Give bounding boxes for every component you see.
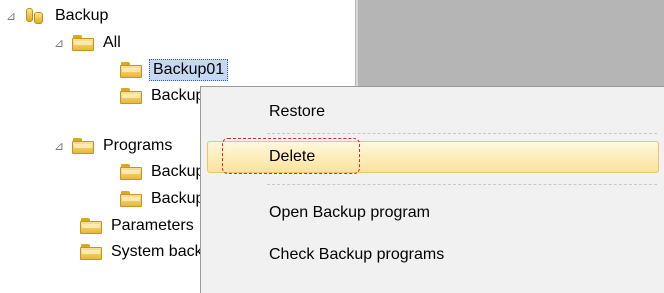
tree-node-backup01[interactable]: Backup01 <box>120 57 229 83</box>
menu-item-label: Check Backup programs <box>269 246 445 263</box>
tree-node-label: Backup <box>55 7 109 24</box>
menu-item-label: Restore <box>269 103 326 120</box>
folder-icon <box>120 164 142 180</box>
menu-item-check-backup-programs[interactable]: Check Backup programs <box>207 239 659 271</box>
tree-node-label: Backup01 <box>149 59 229 81</box>
tree-node-parameters[interactable]: Parameters <box>80 213 196 239</box>
tree-node-label: Backup <box>151 190 205 207</box>
folder-icon <box>72 35 94 51</box>
folder-icon <box>72 138 94 154</box>
tree-node-programs[interactable]: ⊿ Programs <box>52 133 174 159</box>
tree-node-label: Parameters <box>111 217 194 234</box>
menu-item-label: Open Backup program <box>269 204 430 221</box>
collapse-icon[interactable]: ⊿ <box>52 139 66 153</box>
folder-icon <box>80 218 102 234</box>
collapse-icon[interactable]: ⊿ <box>52 36 66 50</box>
tree-node-program-backup-1[interactable]: Backup <box>120 159 206 185</box>
menu-separator <box>267 184 657 185</box>
backup-database-icon <box>24 7 46 25</box>
tree-node-label: Programs <box>103 137 173 154</box>
menu-item-open-backup-program[interactable]: Open Backup program <box>207 197 659 229</box>
folder-icon <box>120 62 142 78</box>
menu-item-restore[interactable]: Restore <box>207 96 659 128</box>
menu-separator <box>267 133 657 134</box>
collapse-icon[interactable]: ⊿ <box>4 9 18 23</box>
context-menu: Restore Delete Open Backup program Check… <box>200 86 664 293</box>
folder-icon <box>80 244 102 260</box>
delete-highlight-annotation <box>222 138 360 174</box>
tree-node-program-backup-2[interactable]: Backup <box>120 186 206 212</box>
tree-node-backup[interactable]: ⊿ Backup <box>4 3 110 29</box>
folder-icon <box>120 88 142 104</box>
tree-node-all[interactable]: ⊿ All <box>52 30 123 56</box>
tree-node-label: Backup <box>151 163 205 180</box>
folder-icon <box>120 191 142 207</box>
tree-node-label: All <box>103 34 121 51</box>
